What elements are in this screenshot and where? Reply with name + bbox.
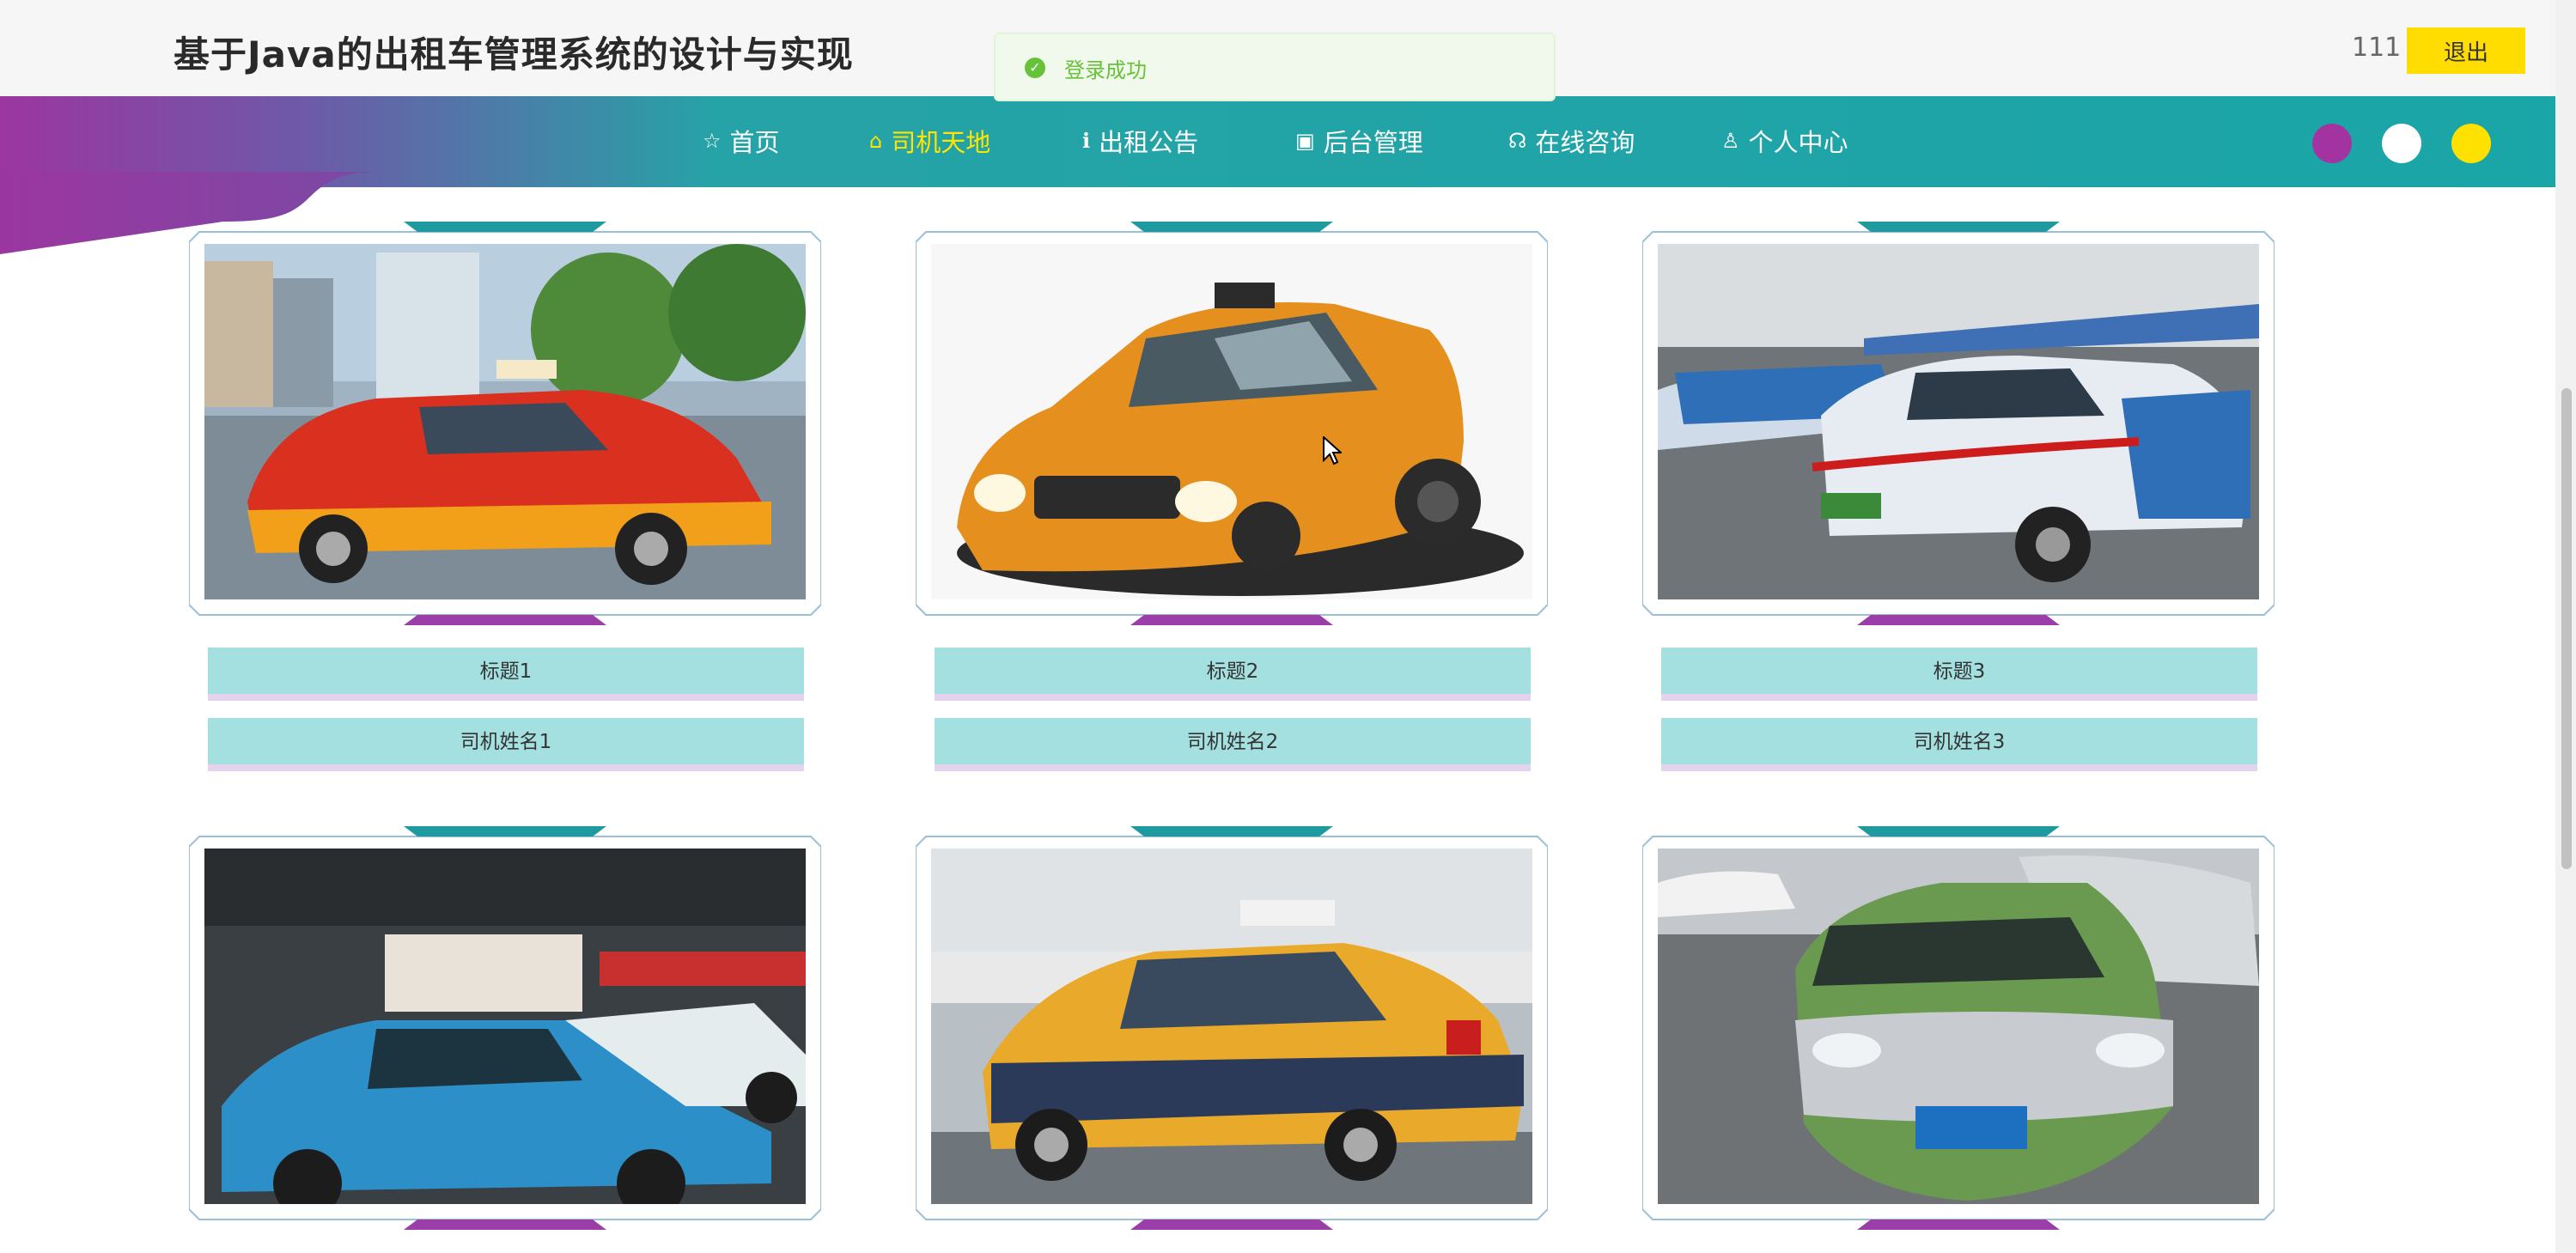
nav-item-label: 司机天地: [891, 128, 991, 157]
card-driver-bar: 司机姓名2: [935, 718, 1531, 771]
theme-yellow-dot[interactable]: [2451, 124, 2491, 163]
theme-purple-dot[interactable]: [2312, 124, 2352, 163]
nav-item-label: 后台管理: [1323, 128, 1423, 157]
login-success-toast: ✓ 登录成功: [994, 33, 1556, 101]
nav-item-online-consult[interactable]: ☊ 在线咨询: [1508, 124, 1635, 158]
card-title-bar: 标题1: [208, 648, 804, 701]
scrollbar-thumb[interactable]: [2561, 388, 2572, 869]
taxi-photo[interactable]: [931, 244, 1532, 599]
logout-button[interactable]: 退出: [2407, 27, 2525, 74]
info-icon: ℹ: [1082, 129, 1091, 153]
briefcase-icon: ▣: [1295, 129, 1315, 153]
username-label: 111: [2352, 33, 2402, 63]
taxi-photo[interactable]: [204, 244, 806, 599]
card-driver-bar: 司机姓名3: [1661, 718, 2257, 771]
theme-white-dot[interactable]: [2382, 124, 2421, 163]
main-navbar: [0, 96, 2555, 187]
card-title-bar: 标题3: [1661, 648, 2257, 701]
taxi-photo[interactable]: [1658, 849, 2259, 1204]
nav-item-home[interactable]: ☆ 首页: [703, 124, 780, 158]
nav-item-admin[interactable]: ▣ 后台管理: [1295, 124, 1423, 158]
taxi-photo[interactable]: [204, 849, 806, 1204]
user-icon: ♙: [1721, 129, 1740, 153]
nav-item-label: 个人中心: [1748, 128, 1848, 157]
nav-item-driver-world[interactable]: ⌂ 司机天地: [869, 124, 990, 158]
nav-item-label: 首页: [729, 128, 780, 157]
home-icon: ⌂: [869, 129, 883, 153]
nav-item-label: 出租公告: [1099, 128, 1199, 157]
card-title-bar: 标题2: [935, 648, 1531, 701]
headset-icon: ☊: [1508, 129, 1527, 153]
toast-message: 登录成功: [1064, 58, 1147, 82]
nav-item-label: 在线咨询: [1535, 128, 1635, 157]
site-title: 基于Java的出租车管理系统的设计与实现: [174, 33, 854, 76]
check-circle-icon: ✓: [1025, 58, 1045, 78]
card-driver-bar: 司机姓名1: [208, 718, 804, 771]
taxi-photo[interactable]: [1658, 244, 2259, 599]
star-icon: ☆: [703, 129, 722, 153]
mouse-cursor-icon: [1323, 436, 1342, 465]
navbar-wave-decoration: [0, 172, 378, 254]
taxi-photo[interactable]: [931, 849, 1532, 1204]
nav-item-announcements[interactable]: ℹ 出租公告: [1082, 124, 1198, 158]
nav-item-profile[interactable]: ♙ 个人中心: [1721, 124, 1848, 158]
